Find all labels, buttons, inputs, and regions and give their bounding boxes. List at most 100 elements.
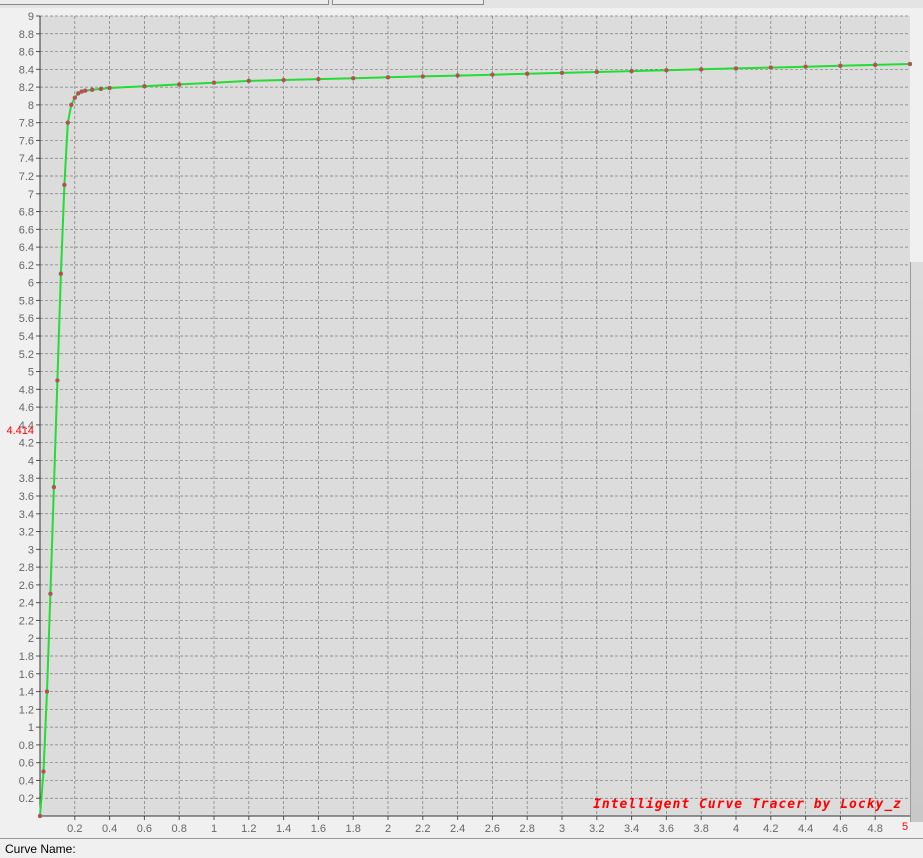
marker-y-label: 4.414	[6, 425, 34, 437]
y-tick-label: 5.6	[19, 313, 34, 325]
y-tick-label: 7.8	[19, 118, 34, 130]
curve-point	[65, 120, 71, 125]
x-tick-label: 0.2	[67, 823, 82, 835]
curve-point	[44, 689, 50, 694]
y-axis-ticks: 0.2 0.4 0.6 0.8 1 1.2 1.4 1.6 1.8 2 2.2 2.4 2.6 2.8 3 3…	[19, 11, 40, 805]
x-tick-label: 2.6	[485, 823, 500, 835]
x-tick-label: 3.4	[624, 823, 639, 835]
y-tick-label: 3.8	[19, 473, 34, 485]
x-tick-label: 0.8	[172, 823, 187, 835]
status-bar: Curve Name:	[0, 838, 923, 858]
y-tick-label: 4.2	[19, 438, 34, 450]
x-tick-label: 1.2	[241, 823, 256, 835]
curve-point	[698, 67, 704, 72]
x-tick-label: 1	[211, 823, 217, 835]
y-tick-label: 4	[28, 455, 34, 467]
y-tick-label: 6	[28, 278, 34, 290]
x-tick-label: 1.8	[346, 823, 361, 835]
curve-point	[803, 64, 808, 69]
curve-point	[490, 72, 495, 77]
window-top-bar	[0, 0, 923, 8]
x-axis-ticks: 0.2 0.4 0.6 0.8 1 1.2 1.4 1.6 1.8 2 2.2 2.4 2.6 2.8 3 3…	[67, 816, 883, 835]
y-tick-label: 8.8	[19, 29, 34, 41]
y-tick-label: 5.8	[19, 295, 34, 307]
y-tick-label: 5.2	[19, 349, 34, 361]
y-tick-label: 6.8	[19, 207, 34, 219]
y-tick-label: 2	[28, 633, 34, 645]
y-tick-label: 3.6	[19, 491, 34, 503]
curve-point	[48, 591, 53, 597]
y-tick-label: 1	[28, 722, 34, 734]
curve-point	[55, 378, 60, 383]
toolbar-panel	[0, 0, 329, 5]
curve-point	[142, 83, 147, 89]
curve-point	[62, 182, 67, 188]
y-tick-label: 1.8	[19, 651, 34, 663]
credit-annotation: Intelligent Curve Tracer by Locky_z	[593, 797, 902, 812]
curve-point	[768, 65, 774, 70]
curve-point	[211, 80, 217, 85]
x-tick-label: 0.4	[102, 823, 117, 835]
x-tick-label: 4.2	[763, 823, 778, 835]
curve-point	[89, 87, 95, 93]
x-tick-label: 4.8	[868, 823, 883, 835]
y-tick-label: 5.4	[19, 331, 34, 343]
curve-point	[37, 813, 43, 819]
curve-point	[51, 484, 57, 490]
y-tick-label: 0.2	[19, 793, 34, 805]
x-tick-label: 2.8	[520, 823, 535, 835]
curve-point	[246, 78, 252, 84]
curve-point	[420, 74, 426, 79]
y-tick-label: 7	[28, 189, 34, 201]
curve-point	[58, 271, 64, 277]
x-tick-label: 3.8	[694, 823, 709, 835]
y-tick-label: 6.4	[19, 242, 34, 254]
y-tick-label: 5	[28, 367, 34, 379]
curve-point	[872, 62, 878, 68]
vertical-scrollbar[interactable]	[910, 262, 923, 822]
x-tick-label: 3.2	[589, 823, 604, 835]
curve-point	[838, 63, 843, 69]
y-tick-label: 1.2	[19, 704, 34, 716]
curve-point	[559, 70, 565, 76]
y-tick-label: 3	[28, 544, 34, 556]
curve-point	[176, 82, 182, 87]
y-tick-label: 4.6	[19, 402, 34, 414]
marker-x-label: 5	[902, 821, 908, 833]
curve-name-label: Curve Name:	[5, 842, 76, 856]
x-tick-label: 4	[733, 823, 739, 835]
plot-background	[40, 16, 910, 816]
y-tick-label: 7.2	[19, 171, 34, 183]
y-tick-label: 8.4	[19, 64, 34, 76]
curve-point	[72, 95, 78, 101]
y-tick-label: 8.6	[19, 47, 34, 59]
curve-point	[385, 75, 391, 80]
curve-point	[733, 66, 739, 71]
curve-point	[907, 61, 913, 67]
curve-point	[524, 71, 530, 77]
y-tick-label: 4.8	[19, 384, 34, 396]
curve-point	[594, 69, 600, 75]
curve-point	[82, 88, 88, 93]
curve-point	[98, 86, 104, 92]
y-tick-label: 2.4	[19, 598, 34, 610]
x-tick-label: 1.4	[276, 823, 291, 835]
curve-point	[69, 102, 74, 108]
y-tick-label: 6.2	[19, 260, 34, 272]
chart-area[interactable]: 0.2 0.4 0.6 0.8 1 1.2 1.4 1.6 1.8 2 2.2 2.4 2.6 2.8 3 3…	[0, 8, 923, 838]
y-tick-label: 1.6	[19, 669, 34, 681]
curve-point	[107, 85, 112, 91]
y-tick-label: 2.8	[19, 562, 34, 574]
curve-point	[350, 75, 356, 81]
y-tick-label: 8	[28, 100, 34, 112]
y-tick-label: 7.4	[19, 153, 34, 165]
y-tick-label: 0.8	[19, 740, 34, 752]
x-tick-label: 3.6	[659, 823, 674, 835]
x-tick-label: 3	[559, 823, 565, 835]
x-tick-label: 2.4	[450, 823, 465, 835]
x-tick-label: 2.2	[415, 823, 430, 835]
y-tick-label: 3.2	[19, 527, 34, 539]
curve-point	[455, 73, 460, 78]
y-tick-label: 7.6	[19, 135, 34, 147]
curve-point	[316, 76, 321, 82]
